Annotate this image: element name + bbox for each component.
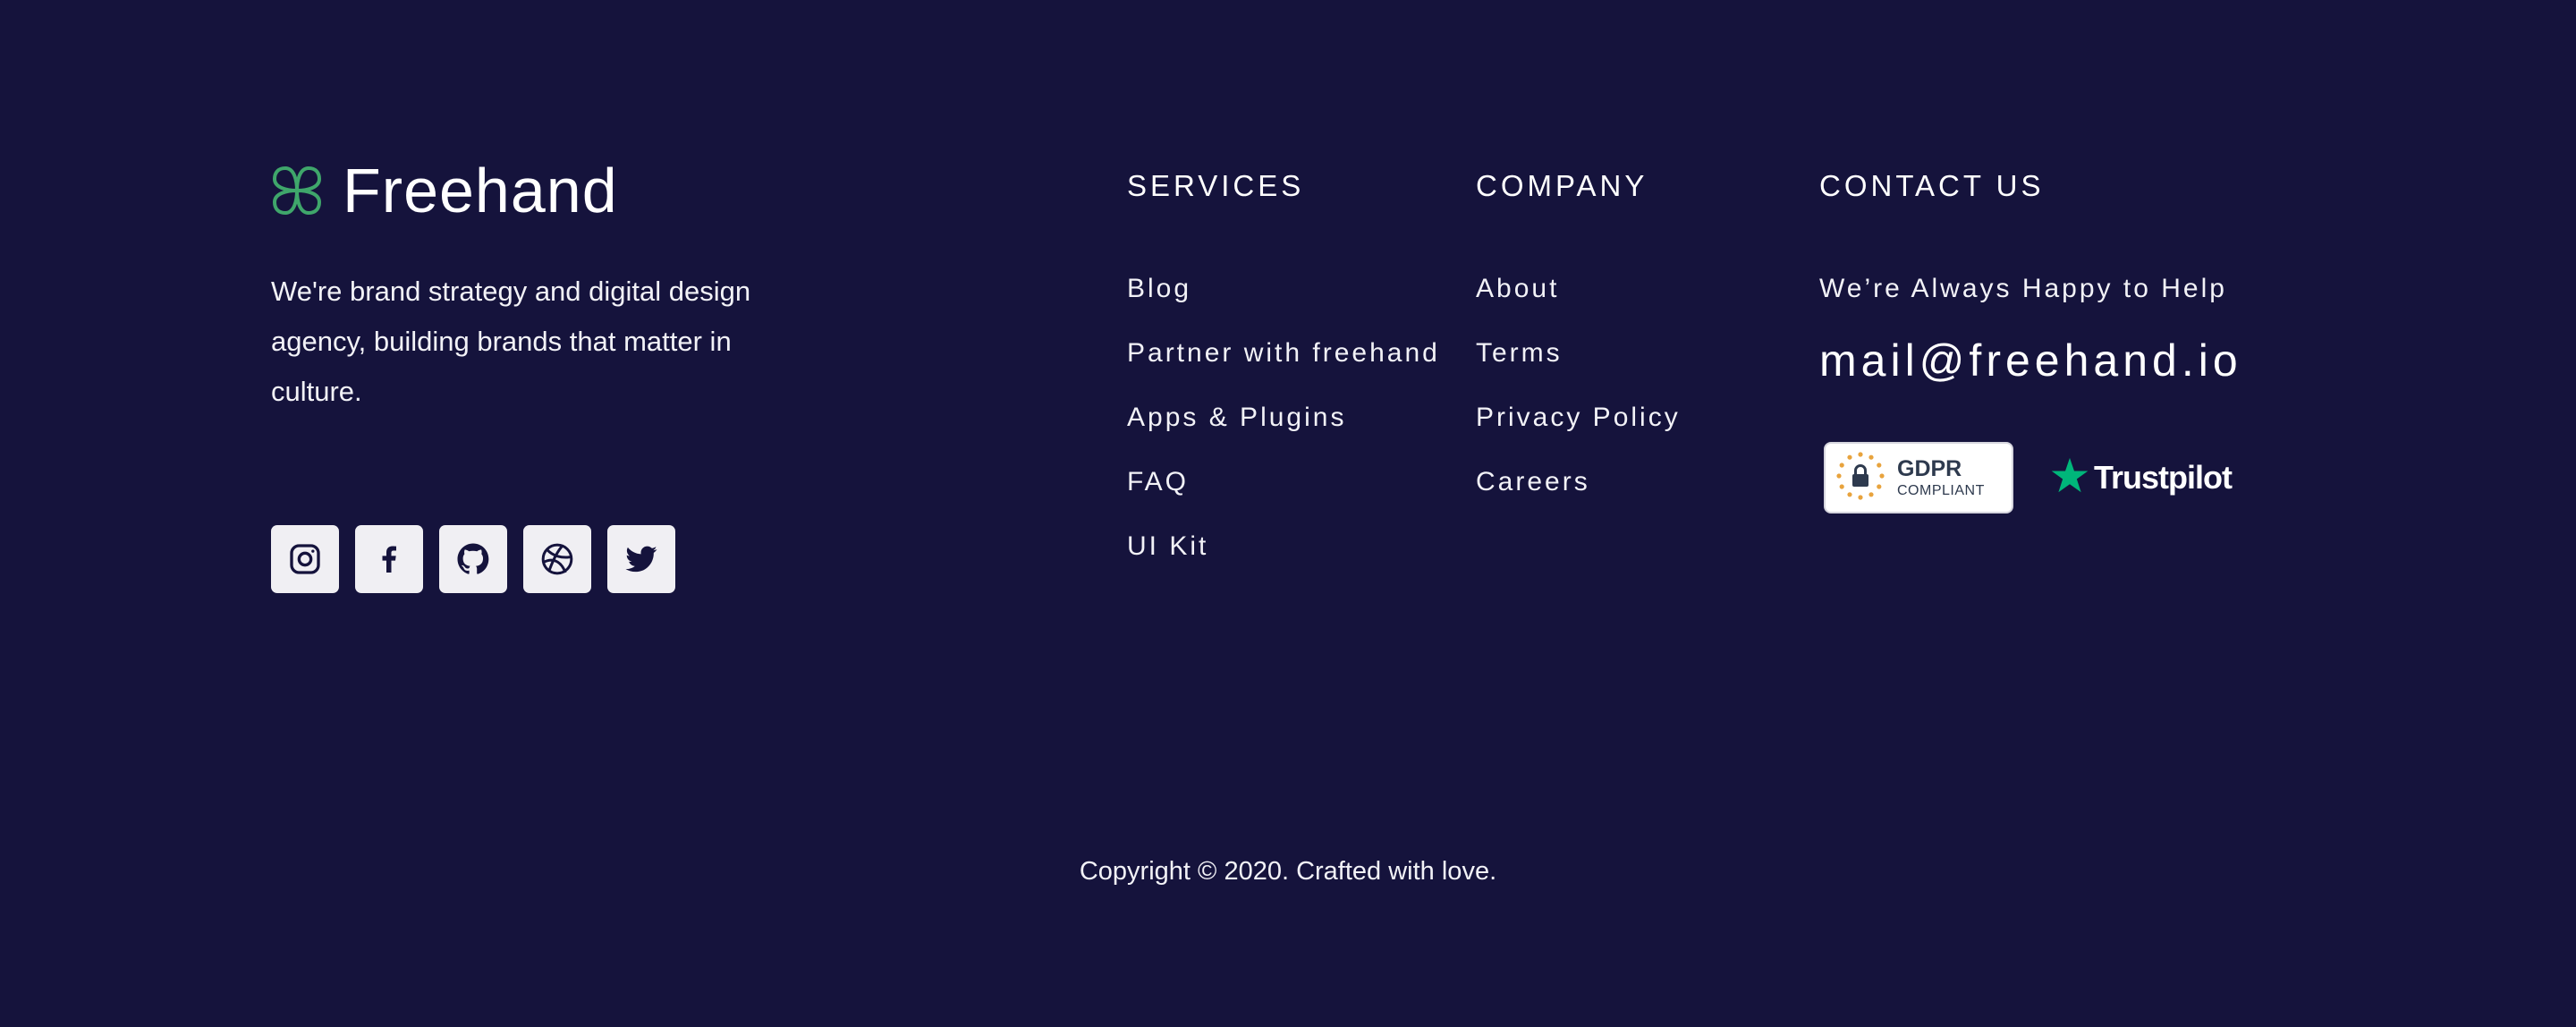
gdpr-title: GDPR	[1897, 455, 1962, 481]
copyright-text: Copyright © 2020. Crafted with love.	[1079, 857, 1497, 886]
company-link-terms[interactable]: Terms	[1476, 337, 1681, 402]
services-links: Blog Partner with freehand Apps & Plugin…	[1127, 273, 1440, 595]
gdpr-lock-icon	[1835, 450, 1886, 506]
company-link-privacy-policy[interactable]: Privacy Policy	[1476, 402, 1681, 466]
company-link-careers[interactable]: Careers	[1476, 466, 1681, 530]
services-link-apps-plugins[interactable]: Apps & Plugins	[1127, 402, 1440, 466]
github-button[interactable]	[439, 525, 507, 593]
instagram-icon	[287, 541, 323, 577]
twitter-button[interactable]	[607, 525, 675, 593]
brand[interactable]: Freehand	[271, 159, 618, 222]
contact-subtitle: We’re Always Happy to Help	[1819, 274, 2227, 303]
site-footer: Freehand We're brand strategy and digita…	[0, 0, 2576, 1027]
brand-name: Freehand	[343, 156, 618, 225]
gdpr-subtitle: COMPLIANT	[1897, 482, 1985, 498]
contact-title: CONTACT US	[1819, 169, 2045, 202]
trustpilot-wordmark: Trustpilot	[2094, 459, 2233, 496]
gdpr-text: GDPR COMPLIANT	[1897, 455, 1985, 498]
gdpr-badge: GDPR COMPLIANT	[1824, 442, 2013, 514]
contact-column: CONTACT US We’re Always Happy to Help ma…	[1819, 168, 2238, 514]
services-title: SERVICES	[1127, 169, 1305, 202]
services-link-blog[interactable]: Blog	[1127, 273, 1440, 337]
instagram-button[interactable]	[271, 525, 339, 593]
trustpilot-star-icon	[2049, 455, 2090, 501]
company-links: About Terms Privacy Policy Careers	[1476, 273, 1681, 530]
services-link-partner[interactable]: Partner with freehand	[1127, 337, 1440, 402]
trustpilot-badge[interactable]: Trustpilot	[2049, 455, 2233, 501]
facebook-button[interactable]	[355, 525, 423, 593]
company-column: COMPANY About Terms Privacy Policy Caree…	[1476, 168, 1678, 497]
facebook-icon	[371, 541, 407, 577]
brand-tagline: We're brand strategy and digital design …	[271, 276, 751, 407]
company-link-about[interactable]: About	[1476, 273, 1681, 337]
services-link-faq[interactable]: FAQ	[1127, 466, 1440, 530]
freehand-logo-icon	[271, 165, 323, 216]
services-column: SERVICES Blog Partner with freehand Apps…	[1127, 168, 1437, 561]
twitter-icon	[623, 540, 660, 578]
github-icon	[454, 540, 492, 578]
contact-email-link[interactable]: mail@freehand.io	[1819, 333, 2242, 388]
social-links	[271, 525, 675, 593]
dribbble-icon	[539, 541, 575, 577]
company-title: COMPANY	[1476, 169, 1648, 202]
services-link-ui-kit[interactable]: UI Kit	[1127, 530, 1440, 595]
trust-badges: GDPR COMPLIANT Trustpilot	[1824, 442, 2233, 514]
dribbble-button[interactable]	[523, 525, 591, 593]
